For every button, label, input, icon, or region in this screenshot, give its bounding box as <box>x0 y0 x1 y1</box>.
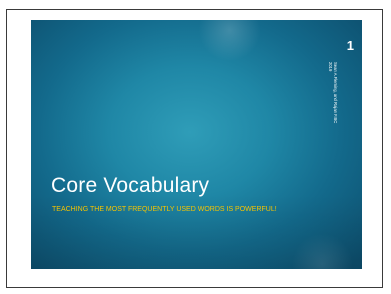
year-line: 2019 <box>328 62 333 72</box>
author-line: Sean A.Fleming, and Rajan F.BC <box>333 62 338 124</box>
slide-number: 1 <box>346 38 354 53</box>
author-credit: Sean A.Fleming, and Rajan F.BC 2019 <box>328 62 340 172</box>
slide-thumbnail[interactable]: 1 Sean A.Fleming, and Rajan F.BC 2019 Co… <box>31 20 362 269</box>
slide-title: Core Vocabulary <box>51 174 210 197</box>
slide-subtitle: TEACHING THE MOST FREQUENTLY USED WORDS … <box>52 206 277 213</box>
